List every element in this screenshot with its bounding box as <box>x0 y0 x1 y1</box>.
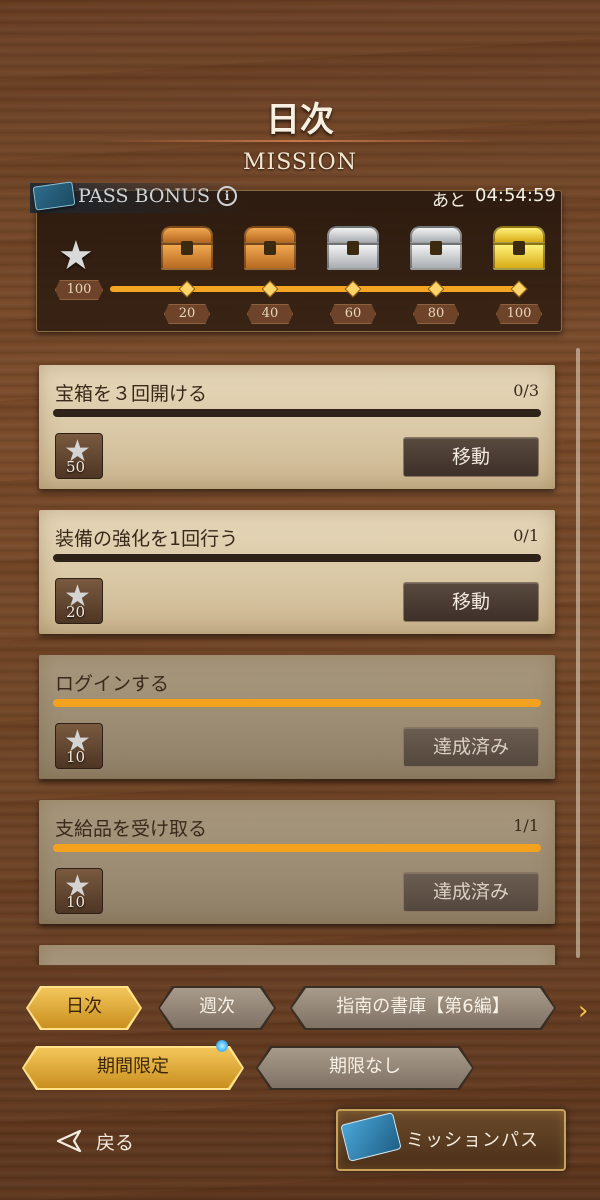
mission-card: 支給品を受け取る 1/1 ★ 10 達成済み <box>39 800 555 924</box>
current-star-count: 100 <box>55 280 103 300</box>
mission-progress-fill <box>53 699 541 707</box>
completed-button[interactable]: 達成済み <box>403 872 539 912</box>
mission-list-scrollbar[interactable] <box>576 348 580 958</box>
reward-amount: 10 <box>66 748 86 766</box>
tab-weekly[interactable]: 週次 <box>160 988 274 1028</box>
mission-title: 宝箱を３回開ける <box>55 383 208 405</box>
go-button[interactable]: 移動 <box>403 437 539 477</box>
reward-badge: ★ 50 <box>55 433 103 479</box>
milestone-chest-silver-icon[interactable] <box>407 226 465 272</box>
pass-bonus-label: PASS BONUS <box>78 185 211 207</box>
new-indicator-dot <box>216 1040 228 1052</box>
star-icon: ★ <box>58 233 94 279</box>
reward-badge: ★ 20 <box>55 578 103 624</box>
reward-amount: 20 <box>66 603 86 621</box>
milestone-label: 20 <box>164 304 210 324</box>
page-subtitle: MISSION <box>243 150 357 175</box>
reward-badge: ★ 10 <box>55 868 103 914</box>
mission-title: 装備の強化を1回行う <box>55 528 239 550</box>
milestone-chest-gold-icon[interactable] <box>490 226 548 272</box>
mission-list[interactable]: 宝箱を３回開ける 0/3 ★ 50 移動 装備の強化を1回行う 0/1 ★ 20 移動 ログインする… <box>30 355 570 965</box>
reward-badge: ★ 10 <box>55 723 103 769</box>
milestone-label: 100 <box>496 304 542 324</box>
tab-daily[interactable]: 日次 <box>28 988 140 1028</box>
back-arrow-icon[interactable] <box>56 1129 86 1153</box>
mission-progress-bar <box>53 554 541 562</box>
mission-card-partial <box>39 945 555 965</box>
milestone-label: 40 <box>247 304 293 324</box>
go-button[interactable]: 移動 <box>403 582 539 622</box>
reward-amount: 50 <box>66 458 86 476</box>
timer-value: 04:54:59 <box>475 185 556 206</box>
milestone-label: 80 <box>413 304 459 324</box>
mission-progress-text: 1/1 <box>513 816 539 835</box>
milestone-label: 60 <box>330 304 376 324</box>
title-divider <box>100 140 500 142</box>
tab-limited-time[interactable]: 期間限定 <box>24 1048 242 1088</box>
mission-card: 宝箱を３回開ける 0/3 ★ 50 移動 <box>39 365 555 489</box>
mission-card: ログインする ★ 10 達成済み <box>39 655 555 779</box>
mission-title: ログインする <box>55 673 170 695</box>
page-title: 日次 <box>266 100 334 140</box>
mission-progress-text: 0/3 <box>513 381 539 400</box>
mission-progress-text: 0/1 <box>513 526 539 545</box>
mission-progress-bar <box>53 699 541 707</box>
milestone-chest-bronze-icon[interactable] <box>241 226 299 272</box>
tab-scroll-right-icon[interactable]: › <box>578 996 588 1026</box>
milestone-chest-bronze-icon[interactable] <box>158 226 216 272</box>
mission-pass-label[interactable]: ミッションパス <box>406 1126 539 1152</box>
tab-guide-library[interactable]: 指南の書庫【第6編】 <box>292 988 554 1028</box>
completed-button[interactable]: 達成済み <box>403 727 539 767</box>
mission-progress-fill <box>53 844 541 852</box>
pass-progress-track <box>110 286 522 292</box>
back-button[interactable]: 戻る <box>96 1128 134 1155</box>
mission-card: 装備の強化を1回行う 0/1 ★ 20 移動 <box>39 510 555 634</box>
milestone-chest-silver-icon[interactable] <box>324 226 382 272</box>
mission-progress-bar <box>53 409 541 417</box>
mission-title: 支給品を受け取る <box>55 818 208 840</box>
mission-progress-bar <box>53 844 541 852</box>
tab-no-limit[interactable]: 期限なし <box>258 1048 472 1088</box>
reward-amount: 10 <box>66 893 86 911</box>
info-icon[interactable]: i <box>217 186 237 206</box>
timer-prefix: あと <box>432 191 466 211</box>
